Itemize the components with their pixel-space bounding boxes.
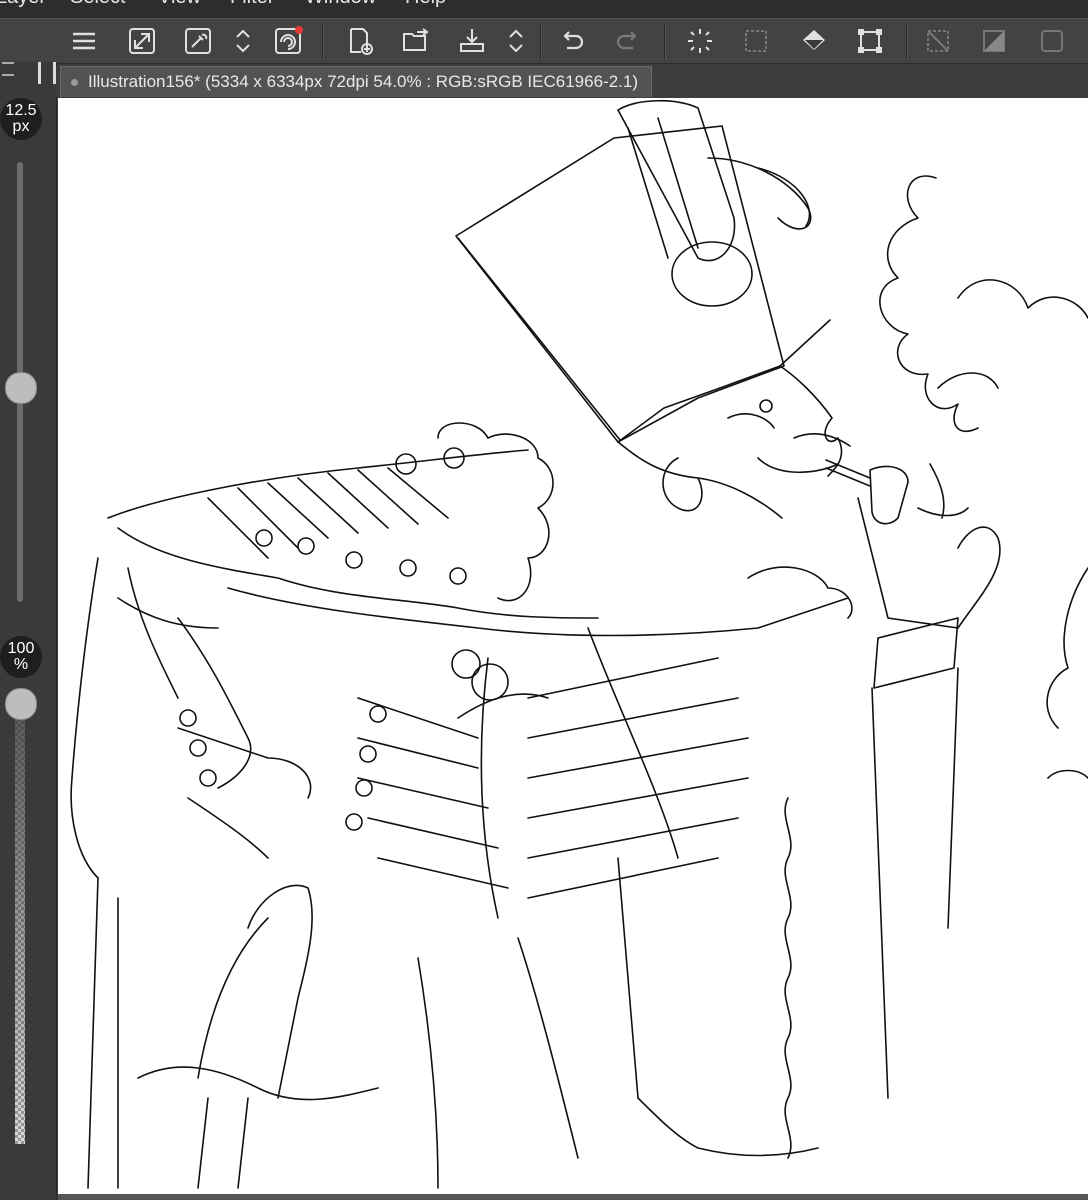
menu-select[interactable]: Select [70, 0, 126, 9]
document-tab[interactable]: Illustration156* (5334 x 6334px 72dpi 54… [60, 66, 652, 97]
updown-icon[interactable] [498, 23, 534, 59]
gradient-icon[interactable] [976, 23, 1012, 59]
unsaved-dot-icon [71, 78, 78, 86]
brush-size-badge: 12.5 px [0, 98, 42, 140]
opacity-value: 100 [7, 640, 35, 657]
toolbar-divider [540, 23, 542, 59]
new-doc-icon[interactable] [342, 23, 378, 59]
brush-size-value: 12.5 [5, 102, 37, 119]
opacity-slider[interactable] [15, 712, 25, 1144]
document-title: Illustration156* (5334 x 6334px 72dpi 54… [88, 72, 638, 91]
hamburger-icon[interactable] [66, 23, 102, 59]
opacity-unit: % [13, 656, 29, 673]
horizontal-scrollbar[interactable] [58, 1194, 1088, 1200]
transform-icon[interactable] [852, 23, 888, 59]
menu-view[interactable]: View [158, 0, 201, 9]
menu-window[interactable]: Window [305, 0, 376, 9]
fit-icon[interactable] [124, 23, 160, 59]
menu-bar: Layer Select View Filter Window Help [0, 0, 1088, 18]
brush-panel: 12.5 px 100 % [0, 62, 57, 1200]
redo-icon[interactable] [610, 23, 646, 59]
opacity-knob[interactable] [5, 688, 37, 720]
deselect-icon[interactable] [738, 23, 774, 59]
toolbar-divider [664, 23, 666, 59]
brush-size-unit: px [12, 118, 30, 135]
export-icon[interactable] [454, 23, 490, 59]
fill-icon[interactable] [796, 23, 832, 59]
menu-help[interactable]: Help [405, 0, 446, 9]
menu-filter[interactable]: Filter [230, 0, 274, 9]
brush-size-knob[interactable] [5, 372, 37, 404]
sketch-artwork [70, 99, 1088, 1189]
brush-tool-icon[interactable] [38, 62, 56, 84]
companion-icon[interactable] [270, 23, 306, 59]
opacity-badge: 100 % [0, 636, 42, 678]
eyedropper-icon[interactable] [180, 23, 216, 59]
toolbar-divider [322, 23, 324, 59]
updown-icon[interactable] [225, 23, 261, 59]
open-folder-icon[interactable] [398, 23, 434, 59]
drawing-canvas[interactable] [58, 98, 1088, 1194]
frame-icon[interactable] [1034, 23, 1070, 59]
loading-icon[interactable] [682, 23, 718, 59]
toolbar-divider [906, 23, 908, 59]
menu-layer[interactable]: Layer [0, 0, 46, 9]
panel-menu-icon[interactable] [2, 62, 14, 76]
undo-icon[interactable] [554, 23, 590, 59]
clear-selection-icon[interactable] [920, 23, 956, 59]
document-tab-bar: Illustration156* (5334 x 6334px 72dpi 54… [56, 66, 1088, 97]
command-bar [0, 18, 1088, 64]
